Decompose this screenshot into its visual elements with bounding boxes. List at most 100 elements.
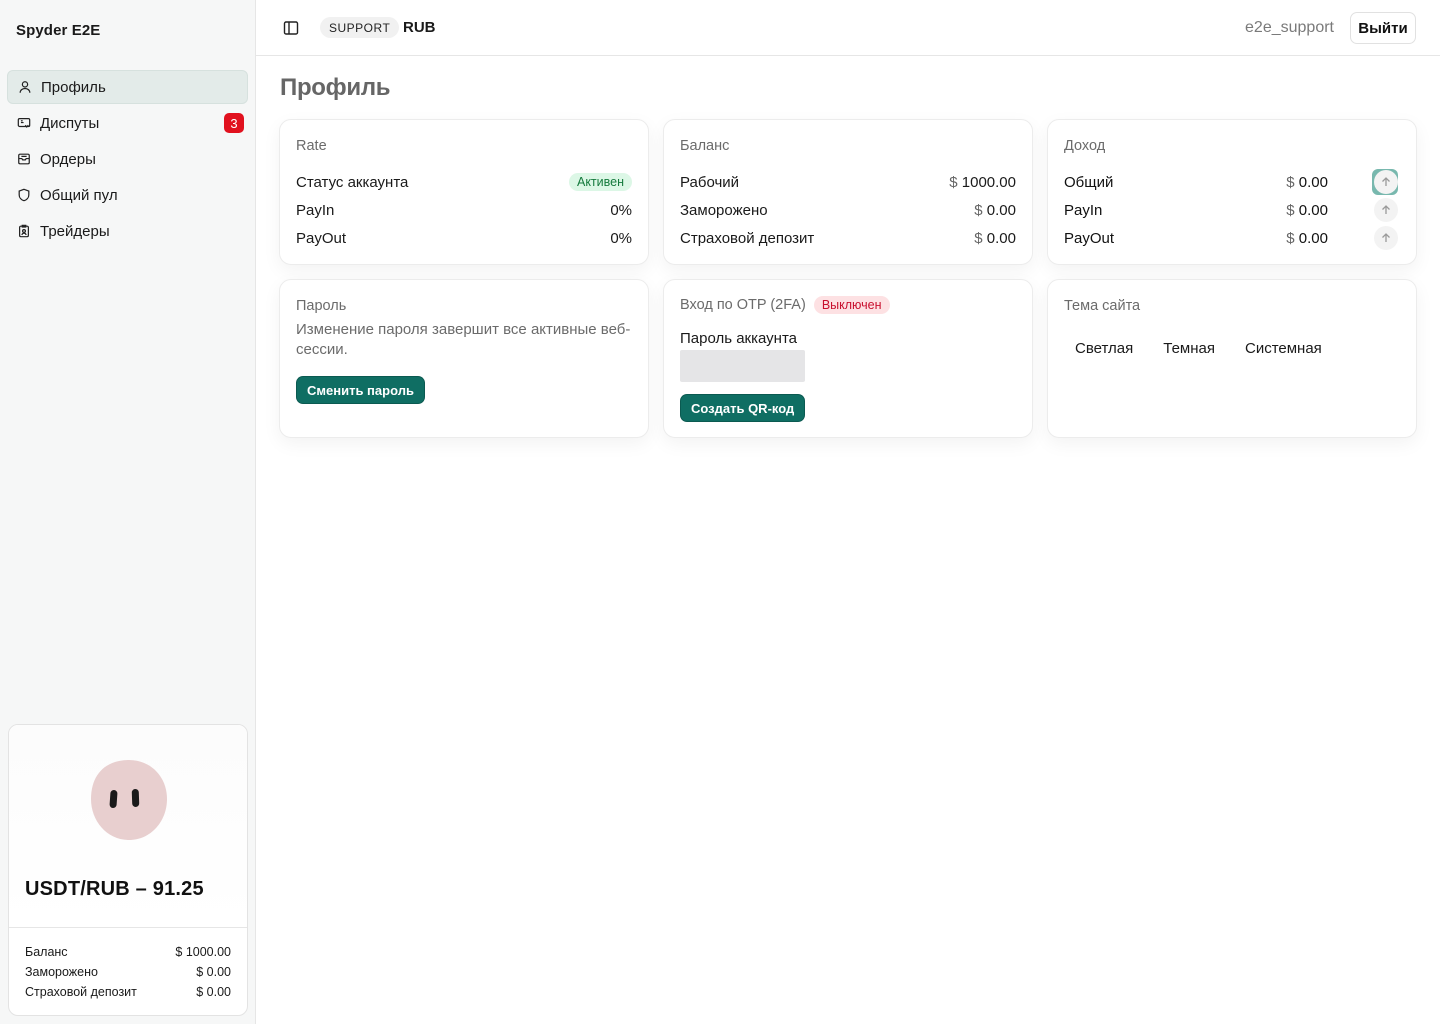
amount: 0.00 (986, 229, 1016, 247)
disputes-count-badge: 3 (224, 113, 244, 133)
income-payin-up-button[interactable] (1374, 198, 1398, 222)
payin-row: PayIn 0% (296, 200, 632, 220)
balance-row: Страховой депозит $ 0.00 (680, 228, 1016, 248)
badge-icon (16, 223, 32, 239)
card-title: Rate (296, 138, 327, 154)
top-header: SUPPORT RUB e2e_support Выйти (256, 0, 1440, 56)
amount: 0.00 (1298, 229, 1328, 247)
currency-symbol: $ (949, 173, 958, 191)
sidebar: Spyder E2E Профиль Диспуты 3 Ордеры Общи… (0, 0, 256, 1024)
balance-row: Заморожено $ 0.00 (680, 200, 1016, 220)
balance-row-value: $ 0.00 (974, 202, 1016, 219)
logout-button[interactable]: Выйти (1350, 12, 1416, 44)
income-row-label: PayOut (1064, 229, 1115, 247)
income-payout-up-button[interactable] (1374, 226, 1398, 250)
currency-symbol: $ (1286, 229, 1295, 247)
account-password-input[interactable] (680, 350, 805, 382)
sidebar-toggle-button[interactable] (280, 17, 302, 39)
rate-card-row: Заморожено $ 0.00 (25, 962, 231, 982)
income-total-up-button[interactable] (1374, 170, 1398, 194)
otp-title-row: Вход по OTP (2FA) Выключен (680, 296, 890, 314)
card-title: Баланс (680, 138, 730, 154)
amount: 0.00 (1298, 173, 1328, 191)
theme-selector: Светлая Темная Системная (1064, 336, 1341, 361)
rate-row-label: Страховой депозит (25, 985, 137, 999)
income-row-payin: PayIn $ 0.00 (1064, 197, 1400, 223)
rate-card-balances: Баланс $ 1000.00 Заморожено $ 0.00 Страх… (9, 928, 247, 1002)
change-password-button[interactable]: Сменить пароль (297, 377, 424, 403)
balance-row: Рабочий $ 1000.00 (680, 172, 1016, 192)
rate-card-row: Страховой депозит $ 0.00 (25, 982, 231, 1002)
sidebar-item-label: Трейдеры (40, 222, 110, 240)
page-title: Профиль (280, 74, 391, 101)
ticket-icon (16, 115, 32, 131)
inbox-icon (16, 151, 32, 167)
rate-row-value: $ 1000.00 (175, 945, 231, 959)
sidebar-item-disputes[interactable]: Диспуты 3 (7, 106, 248, 140)
payout-label: PayOut (296, 229, 347, 247)
sidebar-item-profile[interactable]: Профиль (7, 70, 248, 104)
otp-status-badge: Выключен (813, 296, 890, 314)
panel-left-icon (283, 21, 299, 35)
create-qr-button[interactable]: Создать QR-код (681, 395, 805, 421)
currency-symbol: $ (974, 201, 983, 219)
payin-value: 0% (610, 201, 632, 219)
balance-row-label: Рабочий (680, 173, 740, 191)
account-status-label: Статус аккаунта (296, 173, 409, 191)
account-password-label: Пароль аккаунта (680, 330, 798, 347)
rate-row-value: $ 0.00 (196, 985, 231, 999)
theme-option-system[interactable]: Системная (1234, 336, 1333, 361)
sidebar-item-orders[interactable]: Ордеры (7, 142, 248, 176)
exchange-rate-card: USDT/RUB – 91.25 Баланс $ 1000.00 Заморо… (8, 724, 248, 1016)
balance-row-label: Заморожено (680, 201, 768, 219)
status-badge: Активен (568, 173, 632, 191)
income-card: Доход Общий $ 0.00 PayIn $ 0.00 PayOut $… (1047, 119, 1417, 265)
card-title: Вход по OTP (2FA) (680, 297, 806, 313)
brand-name: Spyder E2E (16, 22, 101, 39)
rate-card-row: Баланс $ 1000.00 (25, 942, 231, 962)
exchange-rate-title: USDT/RUB – 91.25 (25, 878, 204, 900)
card-title: Доход (1064, 138, 1106, 154)
rate-row-label: Заморожено (25, 965, 98, 979)
amount: 1000.00 (961, 173, 1016, 191)
arrow-up-icon (1382, 233, 1390, 242)
sidebar-item-label: Общий пул (40, 186, 118, 204)
password-description: Изменение пароля завершит все активные в… (296, 321, 631, 358)
user-icon (17, 79, 33, 95)
mascot-illustration (91, 760, 167, 840)
theme-card: Тема сайта Светлая Темная Системная (1047, 279, 1417, 438)
sidebar-nav: Профиль Диспуты 3 Ордеры Общий пул Трейд… (7, 70, 248, 250)
sidebar-item-common-pool[interactable]: Общий пул (7, 178, 248, 212)
rate-card-header: USDT/RUB – 91.25 (9, 725, 247, 928)
payin-label: PayIn (296, 201, 335, 219)
income-row-value: $ 0.00 (1286, 202, 1328, 219)
sidebar-item-label: Профиль (41, 78, 106, 96)
otp-card: Вход по OTP (2FA) Выключен Пароль аккаун… (663, 279, 1033, 438)
balance-row-value: $ 1000.00 (949, 174, 1016, 191)
income-row-value: $ 0.00 (1286, 174, 1328, 191)
income-row-total: Общий $ 0.00 (1064, 169, 1400, 195)
password-card: Пароль Изменение пароля завершит все акт… (279, 279, 649, 438)
card-title: Тема сайта (1064, 298, 1141, 314)
amount: 0.00 (1298, 201, 1328, 219)
balance-row-value: $ 0.00 (974, 230, 1016, 247)
payout-value: 0% (610, 229, 632, 247)
currency-symbol: $ (1286, 201, 1295, 219)
payout-row: PayOut 0% (296, 228, 632, 248)
username-label: e2e_support (1245, 19, 1334, 36)
income-row-value: $ 0.00 (1286, 230, 1328, 247)
balance-card: Баланс Рабочий $ 1000.00 Заморожено $ 0.… (663, 119, 1033, 265)
shield-icon (16, 187, 32, 203)
sidebar-item-traders[interactable]: Трейдеры (7, 214, 248, 248)
account-status-row: Статус аккаунта Активен (296, 172, 632, 192)
theme-option-light[interactable]: Светлая (1064, 336, 1144, 361)
arrow-up-icon (1382, 205, 1390, 214)
rate-row-label: Баланс (25, 945, 68, 959)
role-badge: SUPPORT (320, 17, 400, 38)
currency-label: RUB (403, 19, 436, 36)
theme-option-dark[interactable]: Темная (1152, 336, 1226, 361)
currency-symbol: $ (1286, 173, 1295, 191)
currency-symbol: $ (974, 229, 983, 247)
sidebar-item-label: Ордеры (40, 150, 96, 168)
income-row-label: PayIn (1064, 201, 1103, 219)
